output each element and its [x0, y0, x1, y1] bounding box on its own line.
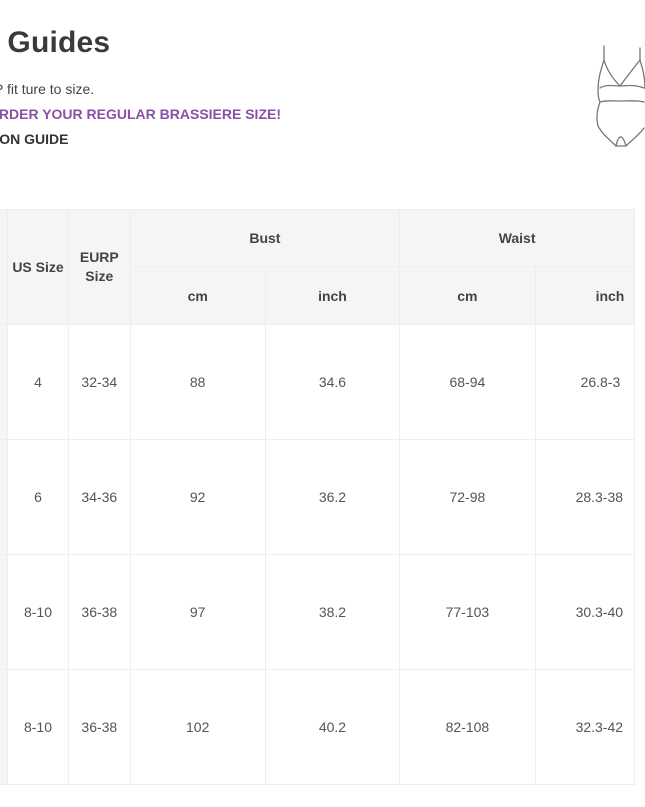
size-chart-table: US Size EURP Size Bust Waist cm inch cm …	[0, 209, 636, 785]
waist-inch-header: inch	[534, 266, 636, 325]
bust-cm-cell: 92	[129, 439, 266, 555]
table-row: 4 32-34 88 34.6 68-94 26.8-3	[0, 324, 636, 440]
bust-inch-cell: 34.6	[264, 324, 401, 440]
us-size-cell: 8-10	[7, 554, 69, 670]
row-edge-cell	[0, 439, 8, 555]
brassiere-size-note: ORDER YOUR REGULAR BRASSIERE SIZE!	[0, 106, 281, 122]
table-row: 8-10 36-38 102 40.2 82-108 32.3-42	[0, 669, 636, 785]
waist-cm-cell: 82-108	[399, 669, 536, 785]
bust-cm-cell: 102	[129, 669, 266, 785]
us-size-cell: 4	[7, 324, 69, 440]
waist-cm-cell: 68-94	[399, 324, 536, 440]
us-size-cell: 6	[7, 439, 69, 555]
bust-inch-header: inch	[264, 266, 401, 325]
waist-cm-cell: 72-98	[399, 439, 536, 555]
bust-cm-cell: 88	[129, 324, 266, 440]
bust-cm-header: cm	[129, 266, 266, 325]
waist-inch-cell: 28.3-38	[534, 439, 636, 555]
bust-inch-cell: 38.2	[264, 554, 401, 670]
page-title: e Guides	[0, 26, 111, 59]
row-edge-cell	[0, 554, 8, 670]
waist-inch-cell: 30.3-40	[534, 554, 636, 670]
eurp-size-cell: 34-36	[68, 439, 131, 555]
eurp-size-cell: 32-34	[68, 324, 131, 440]
bust-cm-cell: 97	[129, 554, 266, 670]
waist-inch-cell: 32.3-42	[534, 669, 636, 785]
table-row: 6 34-36 92 36.2 72-98 28.3-38	[0, 439, 636, 555]
waist-header: Waist	[399, 209, 635, 267]
us-size-cell: 8-10	[7, 669, 69, 785]
fit-note: P fit ture to size.	[0, 81, 95, 97]
bodysuit-outline-icon	[596, 45, 645, 147]
row-edge-cell	[0, 669, 8, 785]
waist-cm-header: cm	[399, 266, 536, 325]
bust-inch-cell: 36.2	[264, 439, 401, 555]
waist-cm-cell: 77-103	[399, 554, 536, 670]
eurp-size-cell: 36-38	[68, 554, 131, 670]
conversion-guide-label: SION GUIDE	[0, 131, 69, 147]
edge-column-header	[0, 209, 8, 325]
eurp-size-cell: 36-38	[68, 669, 131, 785]
bust-header: Bust	[129, 209, 401, 267]
bust-inch-cell: 40.2	[264, 669, 401, 785]
us-size-header: US Size	[7, 209, 69, 325]
waist-inch-cell: 26.8-3	[534, 324, 636, 440]
eurp-size-header: EURP Size	[68, 209, 131, 325]
row-edge-cell	[0, 324, 8, 440]
table-row: 8-10 36-38 97 38.2 77-103 30.3-40	[0, 554, 636, 670]
